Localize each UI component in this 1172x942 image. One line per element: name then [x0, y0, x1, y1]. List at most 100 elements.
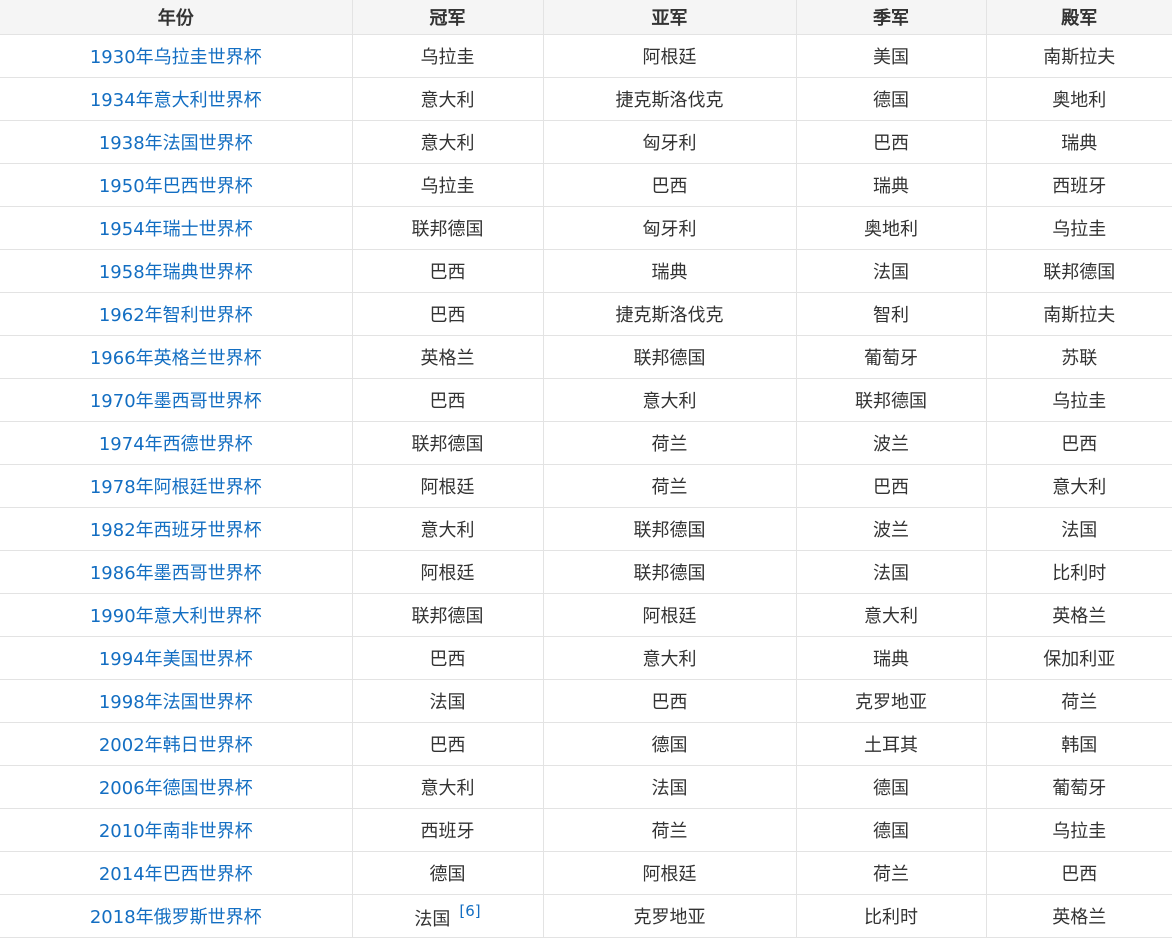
cell-champion: 意大利 [352, 765, 544, 809]
cell-champion: 巴西 [352, 249, 544, 293]
cell-tournament-link[interactable]: 2014年巴西世界杯 [0, 851, 353, 895]
cell-third-place: 瑞典 [796, 636, 987, 680]
cell-champion: 意大利 [352, 77, 544, 121]
cell-tournament-link[interactable]: 2010年南非世界杯 [0, 808, 353, 852]
cell-champion: 阿根廷 [352, 464, 544, 508]
header-champion: 冠军 [352, 0, 544, 35]
cell-fourth-place: 意大利 [986, 464, 1172, 508]
table-row: 1934年意大利世界杯 意大利 捷克斯洛伐克 德国 奥地利 [0, 77, 1172, 121]
cell-runner-up: 匈牙利 [543, 206, 797, 250]
cell-tournament-link[interactable]: 1934年意大利世界杯 [0, 77, 353, 121]
cell-runner-up: 联邦德国 [543, 507, 797, 551]
cell-tournament-link[interactable]: 1998年法国世界杯 [0, 679, 353, 723]
table-row: 1962年智利世界杯 巴西 捷克斯洛伐克 智利 南斯拉夫 [0, 292, 1172, 336]
cell-fourth-place: 保加利亚 [986, 636, 1172, 680]
table-header-row: 年份 冠军 亚军 季军 殿军 [0, 0, 1172, 35]
reference-link[interactable]: [6] [459, 902, 480, 920]
cell-third-place: 德国 [796, 77, 987, 121]
header-fourth-place: 殿军 [986, 0, 1172, 35]
cell-fourth-place: 南斯拉夫 [986, 34, 1172, 78]
cell-fourth-place: 英格兰 [986, 894, 1172, 938]
cell-fourth-place: 比利时 [986, 550, 1172, 594]
cell-third-place: 法国 [796, 550, 987, 594]
header-runner-up: 亚军 [543, 0, 797, 35]
table-row: 1994年美国世界杯 巴西 意大利 瑞典 保加利亚 [0, 636, 1172, 680]
cell-champion: 联邦德国 [352, 593, 544, 637]
table-row: 1970年墨西哥世界杯 巴西 意大利 联邦德国 乌拉圭 [0, 378, 1172, 422]
cell-tournament-link[interactable]: 1958年瑞典世界杯 [0, 249, 353, 293]
cell-tournament-link[interactable]: 1954年瑞士世界杯 [0, 206, 353, 250]
cell-tournament-link[interactable]: 1950年巴西世界杯 [0, 163, 353, 207]
cell-fourth-place: 乌拉圭 [986, 378, 1172, 422]
table-row: 2018年俄罗斯世界杯 法国 [6] 克罗地亚 比利时 英格兰 [0, 894, 1172, 938]
cell-tournament-link[interactable]: 2018年俄罗斯世界杯 [0, 894, 353, 938]
cell-fourth-place: 西班牙 [986, 163, 1172, 207]
cell-champion: 意大利 [352, 120, 544, 164]
cell-fourth-place: 巴西 [986, 851, 1172, 895]
cell-tournament-link[interactable]: 1990年意大利世界杯 [0, 593, 353, 637]
table-row: 2014年巴西世界杯 德国 阿根廷 荷兰 巴西 [0, 851, 1172, 895]
table-row: 1982年西班牙世界杯 意大利 联邦德国 波兰 法国 [0, 507, 1172, 551]
cell-champion: 巴西 [352, 636, 544, 680]
cell-third-place: 联邦德国 [796, 378, 987, 422]
header-year: 年份 [0, 0, 353, 35]
cell-tournament-link[interactable]: 1966年英格兰世界杯 [0, 335, 353, 379]
cell-champion: 英格兰 [352, 335, 544, 379]
cell-fourth-place: 葡萄牙 [986, 765, 1172, 809]
cell-tournament-link[interactable]: 1994年美国世界杯 [0, 636, 353, 680]
cell-third-place: 德国 [796, 808, 987, 852]
cell-tournament-link[interactable]: 1982年西班牙世界杯 [0, 507, 353, 551]
table-row: 1974年西德世界杯 联邦德国 荷兰 波兰 巴西 [0, 421, 1172, 465]
cell-runner-up: 克罗地亚 [543, 894, 797, 938]
cell-fourth-place: 乌拉圭 [986, 808, 1172, 852]
cell-fourth-place: 奥地利 [986, 77, 1172, 121]
cell-third-place: 德国 [796, 765, 987, 809]
cell-fourth-place: 瑞典 [986, 120, 1172, 164]
cell-champion: 法国 [352, 679, 544, 723]
table-row: 1954年瑞士世界杯 联邦德国 匈牙利 奥地利 乌拉圭 [0, 206, 1172, 250]
cell-champion: 乌拉圭 [352, 163, 544, 207]
table-row: 1938年法国世界杯 意大利 匈牙利 巴西 瑞典 [0, 120, 1172, 164]
cell-runner-up: 意大利 [543, 636, 797, 680]
cell-champion: 意大利 [352, 507, 544, 551]
cell-third-place: 比利时 [796, 894, 987, 938]
cell-third-place: 巴西 [796, 120, 987, 164]
table-row: 1958年瑞典世界杯 巴西 瑞典 法国 联邦德国 [0, 249, 1172, 293]
cell-tournament-link[interactable]: 2002年韩日世界杯 [0, 722, 353, 766]
cell-fourth-place: 英格兰 [986, 593, 1172, 637]
cell-tournament-link[interactable]: 2006年德国世界杯 [0, 765, 353, 809]
table-row: 1978年阿根廷世界杯 阿根廷 荷兰 巴西 意大利 [0, 464, 1172, 508]
cell-champion: 巴西 [352, 722, 544, 766]
cell-fourth-place: 南斯拉夫 [986, 292, 1172, 336]
cell-fourth-place: 巴西 [986, 421, 1172, 465]
cell-third-place: 葡萄牙 [796, 335, 987, 379]
cell-runner-up: 法国 [543, 765, 797, 809]
cell-tournament-link[interactable]: 1970年墨西哥世界杯 [0, 378, 353, 422]
cell-runner-up: 巴西 [543, 163, 797, 207]
cell-tournament-link[interactable]: 1974年西德世界杯 [0, 421, 353, 465]
cell-champion: 德国 [352, 851, 544, 895]
cell-tournament-link[interactable]: 1962年智利世界杯 [0, 292, 353, 336]
table-row: 1966年英格兰世界杯 英格兰 联邦德国 葡萄牙 苏联 [0, 335, 1172, 379]
table-row: 1990年意大利世界杯 联邦德国 阿根廷 意大利 英格兰 [0, 593, 1172, 637]
cell-third-place: 波兰 [796, 421, 987, 465]
cell-champion: 西班牙 [352, 808, 544, 852]
table-row: 1986年墨西哥世界杯 阿根廷 联邦德国 法国 比利时 [0, 550, 1172, 594]
header-third-place: 季军 [796, 0, 987, 35]
table-row: 1930年乌拉圭世界杯 乌拉圭 阿根廷 美国 南斯拉夫 [0, 34, 1172, 78]
cell-third-place: 巴西 [796, 464, 987, 508]
cell-runner-up: 德国 [543, 722, 797, 766]
cell-tournament-link[interactable]: 1978年阿根廷世界杯 [0, 464, 353, 508]
cell-fourth-place: 韩国 [986, 722, 1172, 766]
cell-fourth-place: 荷兰 [986, 679, 1172, 723]
cell-tournament-link[interactable]: 1986年墨西哥世界杯 [0, 550, 353, 594]
cell-third-place: 美国 [796, 34, 987, 78]
cell-runner-up: 捷克斯洛伐克 [543, 77, 797, 121]
table-row: 1998年法国世界杯 法国 巴西 克罗地亚 荷兰 [0, 679, 1172, 723]
table-row: 2002年韩日世界杯 巴西 德国 土耳其 韩国 [0, 722, 1172, 766]
cell-fourth-place: 乌拉圭 [986, 206, 1172, 250]
cell-third-place: 荷兰 [796, 851, 987, 895]
cell-tournament-link[interactable]: 1930年乌拉圭世界杯 [0, 34, 353, 78]
cell-tournament-link[interactable]: 1938年法国世界杯 [0, 120, 353, 164]
table-body: 1930年乌拉圭世界杯 乌拉圭 阿根廷 美国 南斯拉夫 1934年意大利世界杯 意大利 捷克斯… [0, 34, 1172, 938]
